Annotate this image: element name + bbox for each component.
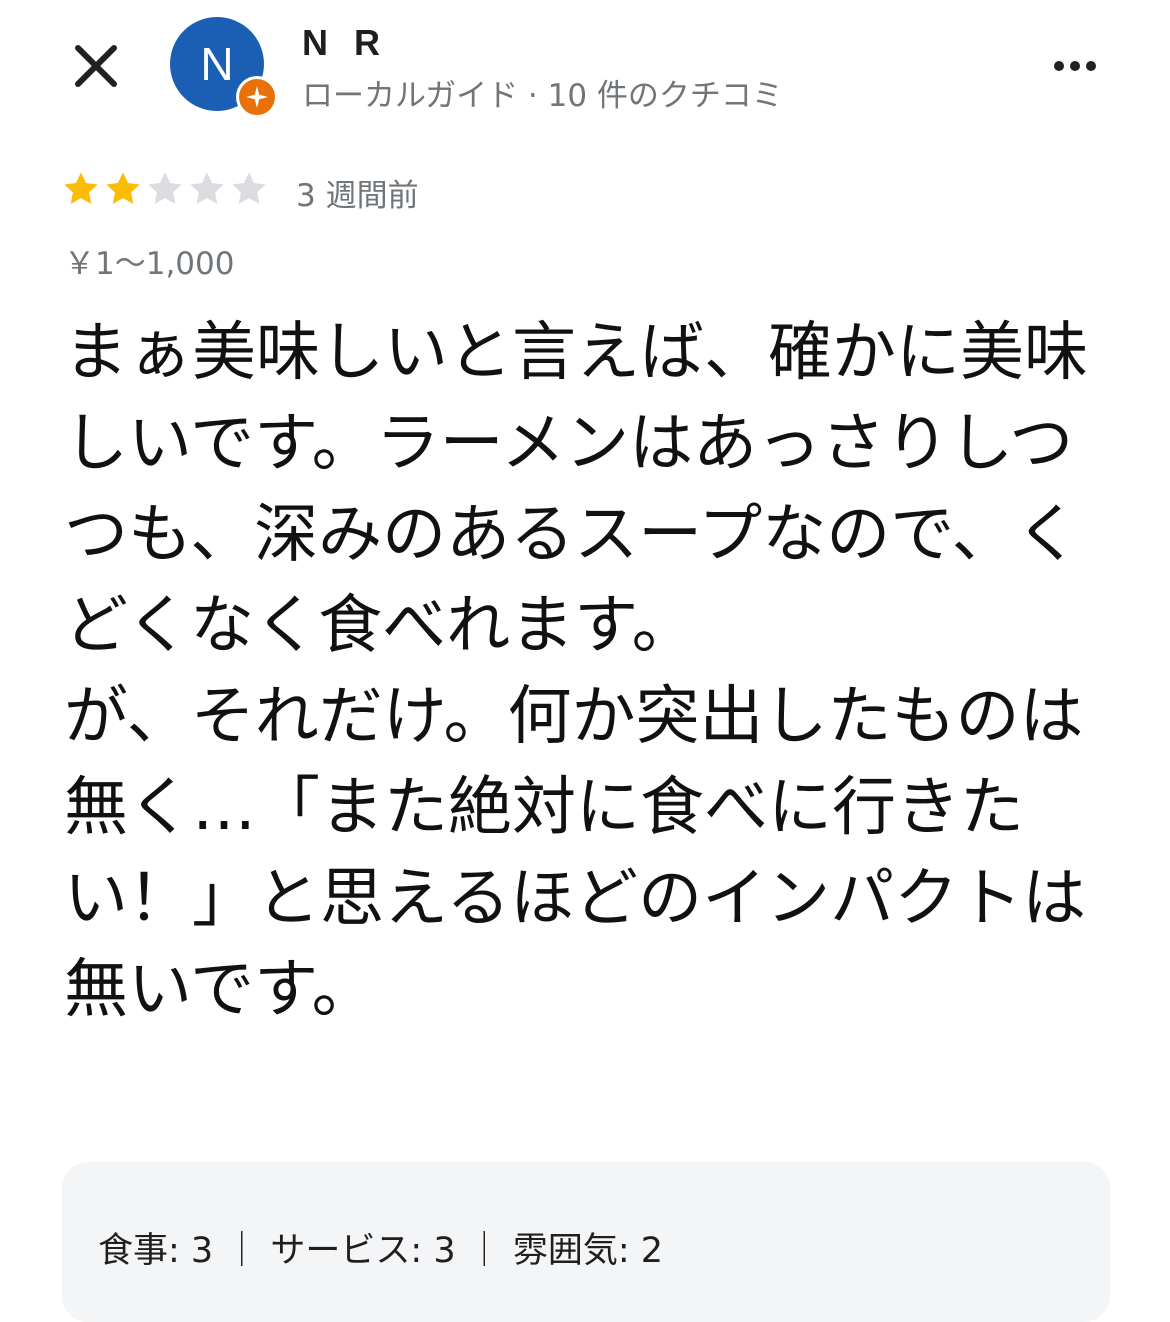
more-icon-dot: [1070, 61, 1080, 71]
more-icon: [1054, 61, 1064, 71]
avatar-letter: N: [200, 38, 234, 90]
review-time: 3 週間前: [296, 178, 419, 214]
star-empty-icon: [232, 172, 266, 204]
local-guide-badge-icon: [236, 76, 278, 118]
price-range: ￥1～1,000: [64, 246, 235, 282]
review-text: まぁ美味しいと言えば、確かに美味しいです。ラーメンはあっさりしつつも、深みのある…: [64, 316, 1088, 1027]
more-options-button[interactable]: [1040, 46, 1110, 86]
review-attributes: 食事: 3 ｜ サービス: 3 ｜ 雰囲気: 2: [98, 1231, 664, 1271]
star-rating: [60, 168, 270, 210]
star-empty-icon: [190, 172, 224, 204]
more-icon-dot: [1086, 61, 1096, 71]
close-button[interactable]: [66, 36, 126, 96]
star-filled-icon: [106, 172, 140, 204]
user-name[interactable]: N R: [302, 22, 388, 64]
close-icon: [75, 45, 117, 87]
star-filled-icon: [64, 172, 98, 204]
review-attributes-panel: 食事: 3 ｜ サービス: 3 ｜ 雰囲気: 2: [62, 1162, 1110, 1322]
user-meta: ローカルガイド · 10 件のクチコミ: [302, 78, 783, 114]
star-empty-icon: [148, 172, 182, 204]
